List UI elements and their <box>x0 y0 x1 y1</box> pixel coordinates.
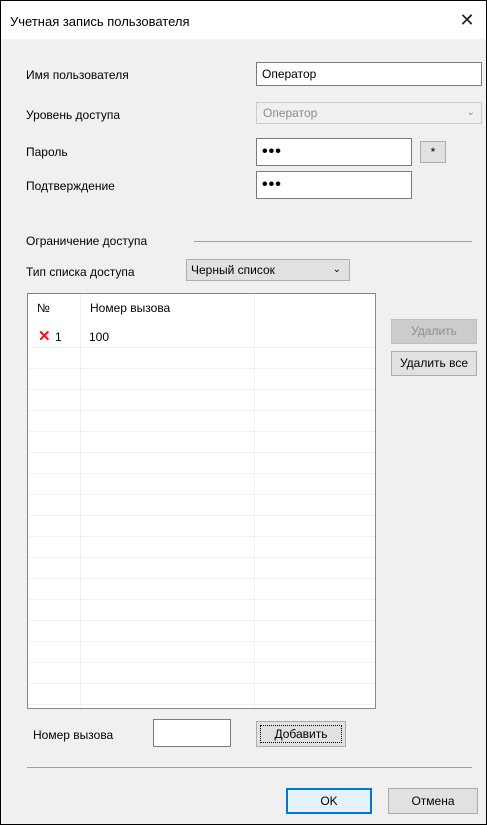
cancel-button[interactable]: Отмена <box>388 788 478 814</box>
table-row <box>28 411 375 432</box>
table-row[interactable]: ✕ 1 100 <box>28 327 375 348</box>
column-header-number[interactable]: № <box>28 294 81 322</box>
focus-rect <box>260 725 342 743</box>
table-row <box>28 516 375 537</box>
access-level-label: Уровень доступа <box>26 108 121 122</box>
ok-button[interactable]: OK <box>286 788 372 814</box>
table-row <box>28 432 375 453</box>
username-input[interactable]: Оператор <box>256 62 482 86</box>
table-row <box>28 390 375 411</box>
show-password-button[interactable]: * <box>420 141 446 163</box>
list-type-value: Черный список <box>191 263 275 277</box>
delete-button[interactable]: Удалить <box>391 319 477 344</box>
table-row <box>28 453 375 474</box>
user-account-dialog: Учетная запись пользователя ✕ Имя пользо… <box>0 0 487 825</box>
table-row <box>28 579 375 600</box>
list-type-label: Тип списка доступа <box>26 265 135 279</box>
table-row <box>28 621 375 642</box>
chevron-down-icon: ⌄ <box>332 264 341 275</box>
add-button[interactable]: Добавить <box>256 721 346 747</box>
table-row <box>28 684 375 705</box>
table-row <box>28 495 375 516</box>
confirm-password-input[interactable]: ••• <box>256 171 412 199</box>
table-row <box>28 474 375 495</box>
restriction-section-label: Ограничение доступа <box>26 234 148 248</box>
row-number: 1 <box>55 330 62 344</box>
dialog-title: Учетная запись пользователя <box>10 14 190 29</box>
call-number-input[interactable] <box>153 719 231 747</box>
delete-x-icon[interactable]: ✕ <box>38 327 51 347</box>
row-call-number: 100 <box>89 330 110 344</box>
password-label: Пароль <box>26 145 68 159</box>
table-row <box>28 642 375 663</box>
access-level-select[interactable]: Оператор ⌄ <box>256 102 482 124</box>
access-list-table[interactable]: № Номер вызова ✕ 1 100 <box>27 293 376 709</box>
column-header-call-number[interactable]: Номер вызова <box>81 294 255 322</box>
confirm-label: Подтверждение <box>26 179 115 193</box>
table-row <box>28 369 375 390</box>
chevron-down-icon: ⌄ <box>466 107 475 118</box>
footer-divider <box>27 767 472 768</box>
table-row <box>28 348 375 369</box>
title-bar: Учетная запись пользователя ✕ <box>1 1 486 39</box>
close-icon[interactable]: ✕ <box>454 7 480 33</box>
list-type-select[interactable]: Черный список ⌄ <box>186 259 350 281</box>
call-number-label: Номер вызова <box>33 728 114 742</box>
access-level-value: Оператор <box>263 106 318 120</box>
delete-all-button[interactable]: Удалить все <box>391 351 477 376</box>
password-input[interactable]: ••• <box>256 138 412 166</box>
table-row <box>28 600 375 621</box>
section-divider <box>194 241 472 242</box>
table-row <box>28 537 375 558</box>
table-row <box>28 663 375 684</box>
table-row <box>28 558 375 579</box>
username-label: Имя пользователя <box>26 68 129 82</box>
